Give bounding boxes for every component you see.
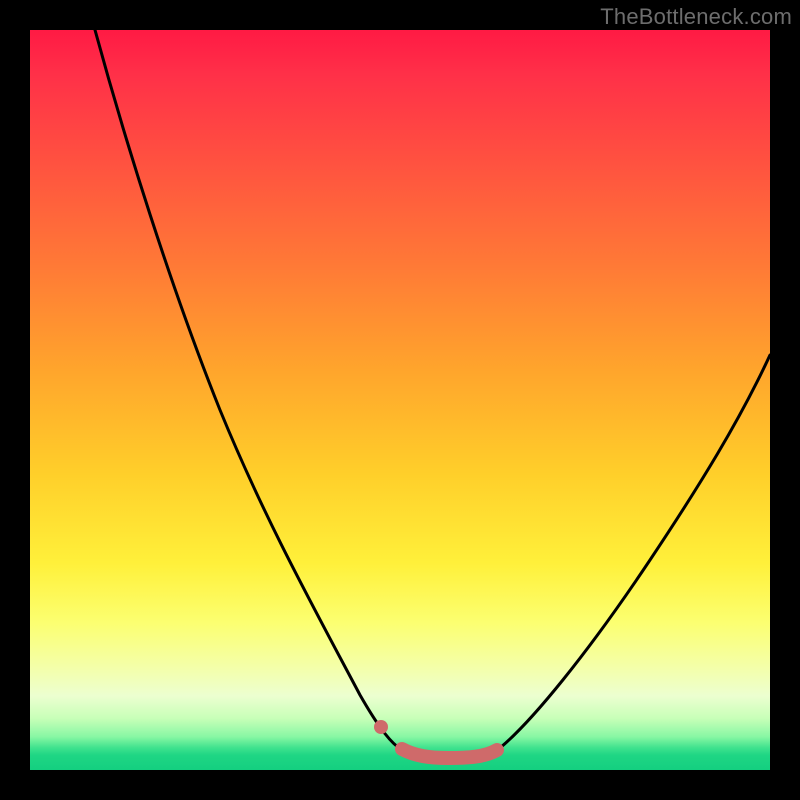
- outer-frame: TheBottleneck.com: [0, 0, 800, 800]
- v-curve-right: [495, 355, 770, 752]
- plot-area: [30, 30, 770, 770]
- marker-dot-lone: [374, 720, 388, 734]
- curve-layer: [30, 30, 770, 770]
- v-curve-left: [95, 30, 402, 750]
- marker-blob-bottom: [402, 749, 497, 758]
- watermark-text: TheBottleneck.com: [600, 4, 792, 30]
